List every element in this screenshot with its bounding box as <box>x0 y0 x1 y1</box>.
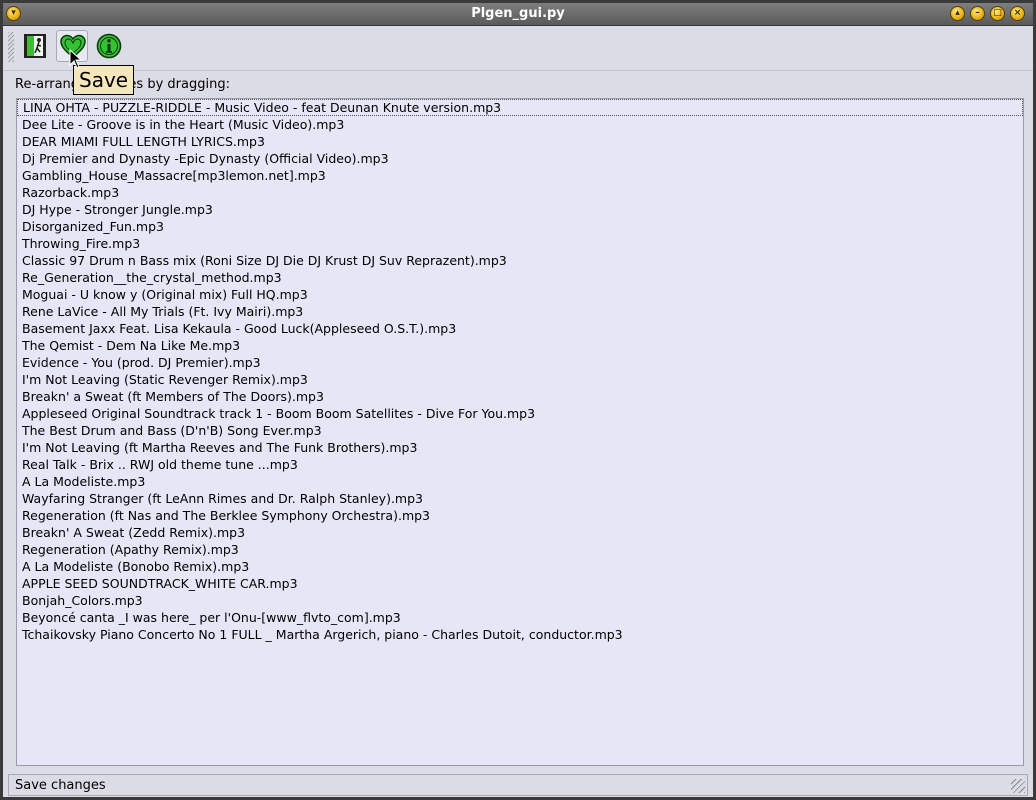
playlist-item[interactable]: Basement Jaxx Feat. Lisa Kekaula - Good … <box>17 320 1023 337</box>
playlist-item[interactable]: The Qemist - Dem Na Like Me.mp3 <box>17 337 1023 354</box>
status-bar: Save changes <box>8 774 1028 796</box>
toolbar-grip[interactable] <box>8 32 14 62</box>
playlist-item[interactable]: DEAR MIAMI FULL LENGTH LYRICS.mp3 <box>17 133 1023 150</box>
playlist-item[interactable]: DJ Hype - Stronger Jungle.mp3 <box>17 201 1023 218</box>
close-icon[interactable]: × <box>1010 6 1025 21</box>
exit-door-icon <box>24 34 46 58</box>
playlist-item[interactable]: LINA OHTA - PUZZLE-RIDDLE - Music Video … <box>17 99 1023 116</box>
resize-grip[interactable] <box>1011 779 1025 793</box>
toolbar <box>3 26 1033 71</box>
app-window: ▾ Plgen_gui.py ▴ – □ × Re-arrange by dra… <box>0 0 1036 800</box>
window-title: Plgen_gui.py <box>471 6 565 21</box>
playlist-item[interactable]: A La Modeliste (Bonobo Remix).mp3 <box>17 558 1023 575</box>
playlist-item[interactable]: APPLE SEED SOUNDTRACK_WHITE CAR.mp3 <box>17 575 1023 592</box>
playlist-item[interactable]: Real Talk - Brix .. RWJ old theme tune .… <box>17 456 1023 473</box>
title-bar[interactable]: ▾ Plgen_gui.py ▴ – □ × <box>3 3 1033 26</box>
playlist-item[interactable]: I'm Not Leaving (Static Revenger Remix).… <box>17 371 1023 388</box>
info-icon <box>96 33 122 59</box>
save-tooltip: Save <box>73 65 135 95</box>
playlist-item[interactable]: Moguai - U know y (Original mix) Full HQ… <box>17 286 1023 303</box>
playlist-item[interactable]: Throwing_Fire.mp3 <box>17 235 1023 252</box>
playlist-item[interactable]: Wayfaring Stranger (ft LeAnn Rimes and D… <box>17 490 1023 507</box>
playlist-item[interactable]: Tchaikovsky Piano Concerto No 1 FULL _ M… <box>17 626 1023 643</box>
playlist-item[interactable]: Rene LaVice - All My Trials (Ft. Ivy Mai… <box>17 303 1023 320</box>
playlist-item[interactable]: Re_Generation__the_crystal_method.mp3 <box>17 269 1023 286</box>
maximize-icon[interactable]: □ <box>990 6 1005 21</box>
playlist-item[interactable]: Dj Premier and Dynasty -Epic Dynasty (Of… <box>17 150 1023 167</box>
playlist-item[interactable]: Regeneration (ft Nas and The Berklee Sym… <box>17 507 1023 524</box>
playlist-item[interactable]: Appleseed Original Soundtrack track 1 - … <box>17 405 1023 422</box>
playlist-item[interactable]: I'm Not Leaving (ft Martha Reeves and Th… <box>17 439 1023 456</box>
playlist-item[interactable]: Razorback.mp3 <box>17 184 1023 201</box>
playlist-list[interactable]: LINA OHTA - PUZZLE-RIDDLE - Music Video … <box>16 98 1024 766</box>
playlist-item[interactable]: Gambling_House_Massacre[mp3lemon.net].mp… <box>17 167 1023 184</box>
exit-button[interactable] <box>19 30 51 62</box>
playlist-item[interactable]: Breakn' a Sweat (ft Members of The Doors… <box>17 388 1023 405</box>
mouse-cursor-icon <box>69 49 83 69</box>
playlist-item[interactable]: Breakn' A Sweat (Zedd Remix).mp3 <box>17 524 1023 541</box>
playlist-item[interactable]: Dee Lite - Groove is in the Heart (Music… <box>17 116 1023 133</box>
shade-icon[interactable]: ▴ <box>950 6 965 21</box>
playlist-item[interactable]: Regeneration (Apathy Remix).mp3 <box>17 541 1023 558</box>
status-text: Save changes <box>15 778 106 793</box>
playlist-item[interactable]: The Best Drum and Bass (D'n'B) Song Ever… <box>17 422 1023 439</box>
playlist-item[interactable]: A La Modeliste.mp3 <box>17 473 1023 490</box>
playlist-item[interactable]: Beyoncé canta _I was here_ per l'Onu-[ww… <box>17 609 1023 626</box>
minimize-icon[interactable]: – <box>970 6 985 21</box>
playlist-item[interactable]: Classic 97 Drum n Bass mix (Roni Size DJ… <box>17 252 1023 269</box>
playlist-item[interactable]: Evidence - You (prod. DJ Premier).mp3 <box>17 354 1023 371</box>
info-button[interactable] <box>93 30 125 62</box>
playlist-item[interactable]: Bonjah_Colors.mp3 <box>17 592 1023 609</box>
playlist-item[interactable]: Disorganized_Fun.mp3 <box>17 218 1023 235</box>
